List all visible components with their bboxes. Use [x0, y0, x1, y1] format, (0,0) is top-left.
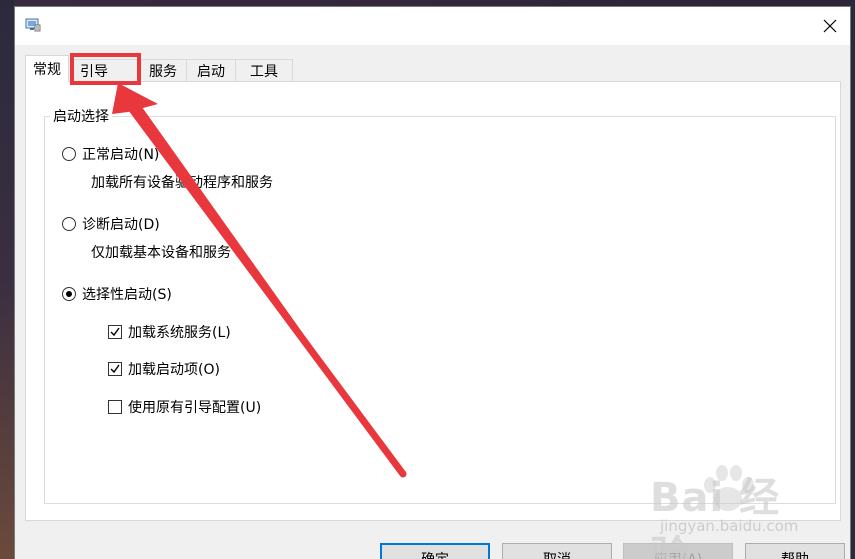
close-button[interactable] [810, 7, 850, 45]
normal-startup-radio[interactable]: 正常启动(N) [62, 144, 159, 164]
tab-tools-label: 工具 [250, 63, 278, 80]
startup-selection-title: 启动选择 [50, 106, 112, 126]
load-startup-items-label: 加载启动项(O) [128, 362, 220, 378]
use-original-boot-config-checkbox[interactable]: 使用原有引导配置(U) [108, 397, 261, 417]
tab-general-label: 常规 [33, 62, 61, 78]
diagnostic-startup-radio[interactable]: 诊断启动(D) [62, 214, 160, 234]
msconfig-app-icon [25, 17, 41, 33]
watermark-brand: Bai 经验 [650, 475, 781, 559]
diagnostic-startup-description: 仅加载基本设备和服务 [91, 245, 231, 261]
tab-general[interactable]: 常规 [25, 55, 69, 82]
load-system-services-box[interactable] [108, 325, 122, 339]
normal-startup-radio-circle[interactable] [62, 147, 76, 161]
baidu-jingyan-watermark: Bai 经验 jingyan.baidu.com [640, 455, 820, 559]
annotation-highlight-box [70, 53, 141, 85]
use-original-boot-config-label: 使用原有引导配置(U) [128, 400, 262, 416]
checkmark-icon [110, 364, 120, 374]
tab-tools[interactable]: 工具 [235, 59, 293, 81]
selective-startup-radio-circle[interactable] [62, 287, 76, 301]
tab-services[interactable]: 服务 [139, 59, 187, 81]
desktop-background-left [0, 0, 14, 559]
cancel-button[interactable]: 取消 [502, 543, 612, 559]
load-system-services-checkbox[interactable]: 加载系统服务(L) [108, 322, 231, 342]
desktop-background-right [851, 0, 855, 559]
load-startup-items-checkbox[interactable]: 加载启动项(O) [108, 359, 220, 379]
normal-startup-description: 加载所有设备驱动程序和服务 [91, 175, 273, 191]
close-icon [823, 19, 837, 33]
tab-startup-label: 启动 [197, 63, 225, 80]
watermark-url: jingyan.baidu.com [660, 517, 799, 535]
use-original-boot-config-box[interactable] [108, 400, 122, 414]
normal-startup-label: 正常启动(N) [82, 147, 160, 163]
title-bar[interactable] [15, 7, 850, 45]
selective-startup-radio[interactable]: 选择性启动(S) [62, 284, 172, 304]
tab-services-label: 服务 [149, 63, 177, 80]
ok-button[interactable]: 确定 [380, 543, 490, 559]
diagnostic-startup-label: 诊断启动(D) [82, 217, 160, 233]
load-startup-items-box[interactable] [108, 362, 122, 376]
tab-startup[interactable]: 启动 [186, 59, 236, 81]
load-system-services-label: 加载系统服务(L) [128, 325, 231, 341]
checkmark-icon [110, 327, 120, 337]
selective-startup-label: 选择性启动(S) [82, 287, 172, 303]
diagnostic-startup-radio-circle[interactable] [62, 217, 76, 231]
